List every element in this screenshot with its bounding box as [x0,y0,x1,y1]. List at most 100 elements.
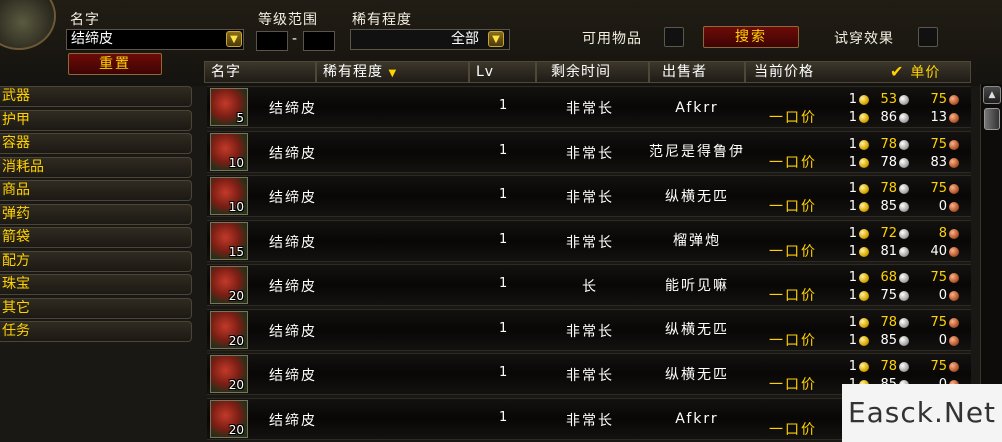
category-item[interactable]: 配方 [0,250,192,272]
rarity-select[interactable]: 全部 [350,29,510,50]
item-quantity: 10 [228,200,244,214]
reset-button[interactable]: 重置 [68,53,162,75]
time-left: 非常长 [566,234,614,251]
scroll-up-icon[interactable]: ▲ [983,86,1001,104]
copper-coin-icon [949,246,959,257]
auction-row[interactable]: 20 结缔皮 1 长 能听见嘛 一口价 1 68 75 1 75 0 [207,264,971,306]
buyout-price: 1 75 0 [847,288,965,306]
item-name[interactable]: 结缔皮 [269,143,317,163]
item-name[interactable]: 结缔皮 [269,276,317,296]
auction-row[interactable]: 15 结缔皮 1 非常长 榴弹炮 一口价 1 72 8 1 81 40 [207,219,971,262]
item-icon[interactable]: 20 [210,355,248,393]
silver-coin-icon [899,95,909,105]
silver-coin-icon [899,184,909,194]
item-name[interactable]: 结缔皮 [269,410,317,430]
item-name[interactable]: 结缔皮 [269,187,317,207]
item-icon[interactable]: 20 [210,399,248,438]
time-left: 非常长 [566,190,614,206]
auction-row[interactable]: 10 结缔皮 1 非常长 范尼是得鲁伊 一口价 1 78 75 1 78 83 [207,130,971,173]
column-header-seller[interactable]: 出售者 [649,61,745,83]
gold-amount: 1 [848,110,857,125]
item-name[interactable]: 结缔皮 [269,321,317,341]
item-level: 1 [499,231,508,247]
item-name[interactable]: 结缔皮 [269,365,317,385]
item-icon[interactable]: 20 [210,310,248,349]
copper-coin-icon [949,202,959,212]
usable-items-checkbox[interactable] [664,27,684,47]
column-header-lv-label: Lv [476,64,495,80]
category-item[interactable]: 护甲 [0,109,192,131]
name-search-input[interactable]: 结缔皮 [66,29,244,50]
column-header-price[interactable]: 当前价格 ✔ 单价 [745,61,971,83]
time-left: 非常长 [566,145,614,162]
item-level: 1 [499,320,508,336]
bid-price: 1 78 75 [847,315,965,333]
copper-amount: 40 [930,243,947,259]
buyout-label: 一口价 [769,288,817,304]
column-header-name-label: 名字 [211,64,241,80]
silver-coin-icon [899,273,909,283]
copper-coin-icon [949,335,959,346]
item-icon[interactable]: 20 [210,266,248,304]
category-item[interactable]: 容器 [0,133,192,154]
category-item[interactable]: 珠宝 [0,274,192,295]
copper-amount: 13 [930,110,947,125]
copper-coin-icon [949,139,959,150]
copper-amount: 75 [930,136,947,152]
copper-amount: 75 [930,92,947,107]
copper-amount: 0 [938,332,947,348]
buyout-price: 1 78 83 [847,155,965,173]
column-header-time[interactable]: 剩余时间 [536,61,649,83]
auction-row[interactable]: 5 结缔皮 1 非常长 Afkrr 一口价 1 53 75 1 86 13 [207,86,971,128]
silver-coin-icon [899,139,909,150]
item-icon[interactable]: 10 [210,177,248,215]
column-header-rarity[interactable]: 稀有程度 ▼ [316,61,469,83]
category-item[interactable]: 消耗品 [0,156,192,178]
gold-amount: 1 [848,314,857,330]
checkmark-icon[interactable]: ✔ [890,62,904,81]
search-button[interactable]: 搜索 [703,26,799,48]
name-dropdown-icon[interactable]: ▼ [226,31,242,47]
auction-row[interactable]: 20 结缔皮 1 非常长 纵横无匹 一口价 1 78 75 1 85 0 [207,308,971,351]
category-item[interactable]: 商品 [0,180,192,201]
watermark: Easck.Net [842,384,1002,442]
item-level: 1 [499,98,508,113]
item-name[interactable]: 结缔皮 [269,232,317,252]
gold-amount: 1 [848,136,857,152]
item-quantity: 20 [228,378,244,392]
silver-amount: 85 [880,332,897,348]
buyout-price: 1 86 13 [847,110,965,128]
category-item[interactable]: 箭袋 [0,227,192,248]
preview-checkbox[interactable] [918,27,938,47]
level-max-input[interactable] [303,31,335,51]
category-item[interactable]: 武器 [0,86,192,107]
category-item[interactable]: 其它 [0,297,192,319]
category-item[interactable]: 任务 [0,321,192,342]
item-quantity: 20 [228,333,244,348]
silver-amount: 78 [880,359,897,374]
column-header-name[interactable]: 名字 [204,61,316,83]
bid-price: 1 72 8 [847,226,965,244]
buyout-label: 一口价 [769,110,817,126]
copper-coin-icon [949,291,959,301]
level-min-input[interactable] [256,31,288,51]
item-name[interactable]: 结缔皮 [269,98,317,118]
buyout-label: 一口价 [769,332,817,349]
column-header-lv[interactable]: Lv [469,61,536,83]
buyout-label: 一口价 [769,243,817,260]
buyout-label: 一口价 [769,199,817,215]
copper-amount: 75 [930,181,947,196]
seller-name: 纵横无匹 [665,188,729,205]
rarity-dropdown-icon[interactable]: ▼ [488,31,504,47]
gold-amount: 1 [848,243,857,259]
item-icon[interactable]: 15 [210,221,248,260]
gold-amount: 1 [848,199,857,214]
item-icon[interactable]: 5 [210,88,248,126]
time-left: 非常长 [566,412,614,429]
copper-amount: 75 [930,314,947,330]
auction-row[interactable]: 10 结缔皮 1 非常长 纵横无匹 一口价 1 78 75 1 85 0 [207,175,971,217]
category-item[interactable]: 弹药 [0,203,192,225]
item-icon[interactable]: 10 [210,132,248,171]
scroll-thumb[interactable] [984,108,1000,130]
silver-amount: 75 [880,288,897,303]
